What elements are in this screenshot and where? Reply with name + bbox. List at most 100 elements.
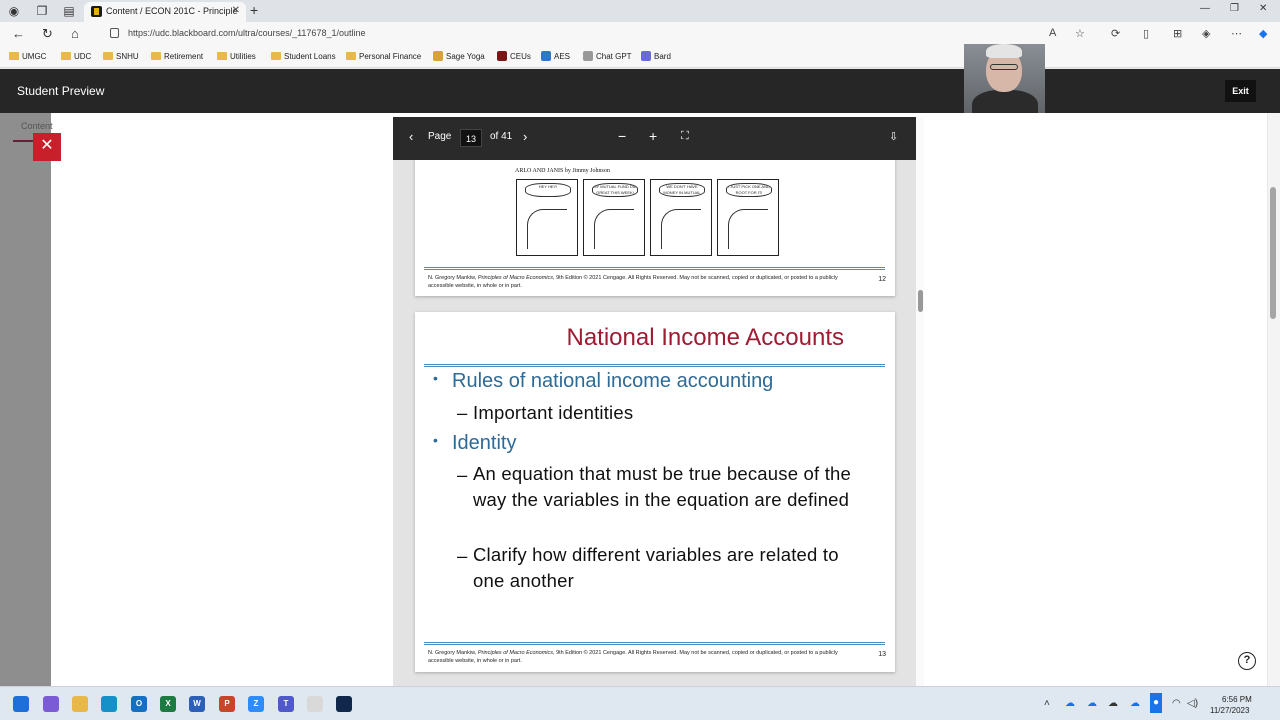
close-panel-button[interactable]: ✕ xyxy=(33,133,61,161)
slide-footnote: N. Gregory Mankiw, Principles of Macro E… xyxy=(428,275,838,289)
slide-rule xyxy=(424,642,885,645)
excel-icon[interactable]: X xyxy=(160,696,176,712)
slack-icon[interactable] xyxy=(307,696,323,712)
browser-tab-strip: ◉ ❐ ▤ Content / ECON 201C - Principle ✕ … xyxy=(0,0,1280,22)
onedrive-icon[interactable]: ☁ xyxy=(1065,698,1075,709)
slide-title: National Income Accounts xyxy=(566,324,845,351)
bookmark-ceus[interactable]: CEUs xyxy=(497,51,531,61)
fullscreen-icon[interactable]: ⛶ xyxy=(681,130,689,143)
page-number-input[interactable]: 13 xyxy=(460,129,482,147)
site-favicon-icon xyxy=(433,51,443,61)
collections-icon[interactable]: ⊞ xyxy=(1173,27,1182,40)
window-close-icon[interactable]: ✕ xyxy=(1259,3,1267,14)
slide-page-number: 13 xyxy=(878,651,886,658)
refresh-icon[interactable]: ↻ xyxy=(42,26,53,42)
edge-icon[interactable] xyxy=(101,696,117,712)
bookmark-student-loans[interactable]: Student Loans xyxy=(271,52,336,61)
site-favicon-icon xyxy=(583,51,593,61)
more-menu-icon[interactable]: ⋯ xyxy=(1231,27,1242,40)
read-aloud-icon[interactable]: A xyxy=(1049,27,1056,39)
pdf-scrollbar-thumb[interactable] xyxy=(918,290,923,312)
bookmark-aes[interactable]: AES xyxy=(541,51,570,61)
shield-icon[interactable]: ◈ xyxy=(1202,27,1210,40)
bookmark-retirement[interactable]: Retirement xyxy=(151,52,203,61)
zoom-in-button[interactable]: + xyxy=(649,128,657,144)
home-icon[interactable]: ⌂ xyxy=(71,26,79,41)
slide-footnote: N. Gregory Mankiw, Principles of Macro E… xyxy=(428,650,838,664)
previous-page-icon[interactable]: ‹ xyxy=(409,129,413,144)
bookmark-bard[interactable]: Bard xyxy=(641,51,671,61)
volume-icon[interactable]: ◁) xyxy=(1187,698,1198,709)
tab-actions-icon[interactable]: ▤ xyxy=(61,3,77,19)
comic-panel: WE DON'T HAVE MONEY IN MUTUAL FUNDS! xyxy=(650,179,712,256)
onedrive-icon[interactable]: ☁ xyxy=(1087,698,1097,709)
student-preview-header: Student Preview xyxy=(0,69,1280,113)
minimize-icon[interactable]: — xyxy=(1200,3,1210,14)
tab-content[interactable]: Content xyxy=(21,121,53,131)
url-field[interactable]: https://udc.blackboard.com/ultra/courses… xyxy=(128,28,365,38)
bookmark-udc[interactable]: UDC xyxy=(61,52,91,61)
zoom-icon[interactable]: Z xyxy=(248,696,264,712)
workspaces-icon[interactable]: ❐ xyxy=(34,3,50,19)
active-tab[interactable]: Content / ECON 201C - Principle ✕ xyxy=(84,2,246,22)
profile-icon[interactable]: ◉ xyxy=(6,3,22,19)
split-screen-icon[interactable]: ▯ xyxy=(1143,27,1149,40)
bookmark-umgc[interactable]: UMGC xyxy=(9,52,46,61)
zoom-out-button[interactable]: − xyxy=(618,128,626,144)
folder-icon xyxy=(9,52,19,60)
terminal-icon[interactable] xyxy=(336,696,352,712)
bullet-dot: • xyxy=(433,370,438,386)
back-icon[interactable]: ← xyxy=(12,26,25,41)
download-icon[interactable]: ⇩ xyxy=(889,130,898,143)
tab-close-icon[interactable]: ✕ xyxy=(232,2,240,20)
bookmark-personal-finance[interactable]: Personal Finance xyxy=(346,52,421,61)
bookmark-sage-yoga[interactable]: Sage Yoga xyxy=(433,51,485,61)
bookmark-label: Student Loans xyxy=(284,52,336,61)
folder-icon xyxy=(103,52,113,60)
folder-icon xyxy=(271,52,281,60)
bookmark-label: Chat GPT xyxy=(596,52,632,61)
microphone-icon[interactable]: ● xyxy=(1150,693,1162,713)
cloud-icon[interactable]: ☁ xyxy=(1108,698,1118,709)
onedrive-icon[interactable]: ☁ xyxy=(1130,698,1140,709)
exit-button[interactable]: Exit xyxy=(1225,80,1256,102)
word-icon[interactable]: W xyxy=(189,696,205,712)
help-button[interactable]: ? xyxy=(1238,652,1256,670)
sub-bullet-item: An equation that must be true because of… xyxy=(473,463,852,510)
wifi-icon[interactable]: ◠ xyxy=(1172,698,1181,709)
favorite-star-icon[interactable]: ☆ xyxy=(1075,27,1085,40)
next-page-icon[interactable]: › xyxy=(523,129,527,144)
bookmark-label: Retirement xyxy=(164,52,204,61)
windows-start-icon[interactable] xyxy=(13,696,29,712)
outlook-icon[interactable]: O xyxy=(131,696,147,712)
copilot-icon[interactable]: ◆ xyxy=(1259,27,1267,40)
bullet-item: Rules of national income accounting xyxy=(452,370,774,392)
address-bar: ← ↻ ⌂ https://udc.blackboard.com/ultra/c… xyxy=(0,22,1280,46)
powerpoint-icon[interactable]: P xyxy=(219,696,235,712)
file-explorer-icon[interactable] xyxy=(72,696,88,712)
sub-bullet-item: Clarify how different variables are rela… xyxy=(473,544,839,591)
sub-bullet-dash: – xyxy=(457,402,468,423)
new-tab-button[interactable]: + xyxy=(250,2,258,18)
extensions-icon[interactable]: ⟳ xyxy=(1111,27,1120,40)
bookmark-label: Utilities xyxy=(230,52,256,61)
page-title: Student Preview xyxy=(17,84,105,98)
teams-icon[interactable]: T xyxy=(278,696,294,712)
bookmark-chat-gpt[interactable]: Chat GPT xyxy=(583,51,632,61)
tab-title: Content / ECON 201C - Principle xyxy=(106,6,238,16)
clock-date[interactable]: 11/27/2023 xyxy=(1210,706,1249,715)
maximize-icon[interactable]: ❐ xyxy=(1230,3,1239,14)
bookmark-utilities[interactable]: Utilities xyxy=(217,52,256,61)
chevron-up-icon[interactable]: ˄ xyxy=(1044,698,1050,709)
comic-panel: I JUST PICK ONE AND ROOT FOR IT! xyxy=(717,179,779,256)
windows-taskbar: OXWPZT ˄ ☁ ☁ ☁ ☁ ● ◠ ◁) 6:56 PM 11/27/20… xyxy=(0,686,1280,720)
bookmark-snhu[interactable]: SNHU xyxy=(103,52,139,61)
copilot-icon[interactable] xyxy=(43,696,59,712)
pdf-scrollbar[interactable] xyxy=(916,117,924,686)
bookmarks-bar: UMGC UDC SNHU Retirement Utilities Student Lo… xyxy=(0,46,1280,68)
site-favicon-icon xyxy=(641,51,651,61)
clock-time[interactable]: 6:56 PM xyxy=(1222,695,1252,704)
page-scrollbar-thumb[interactable] xyxy=(1270,187,1276,319)
page-label: Page xyxy=(428,131,452,142)
bookmark-label: Sage Yoga xyxy=(446,52,485,61)
